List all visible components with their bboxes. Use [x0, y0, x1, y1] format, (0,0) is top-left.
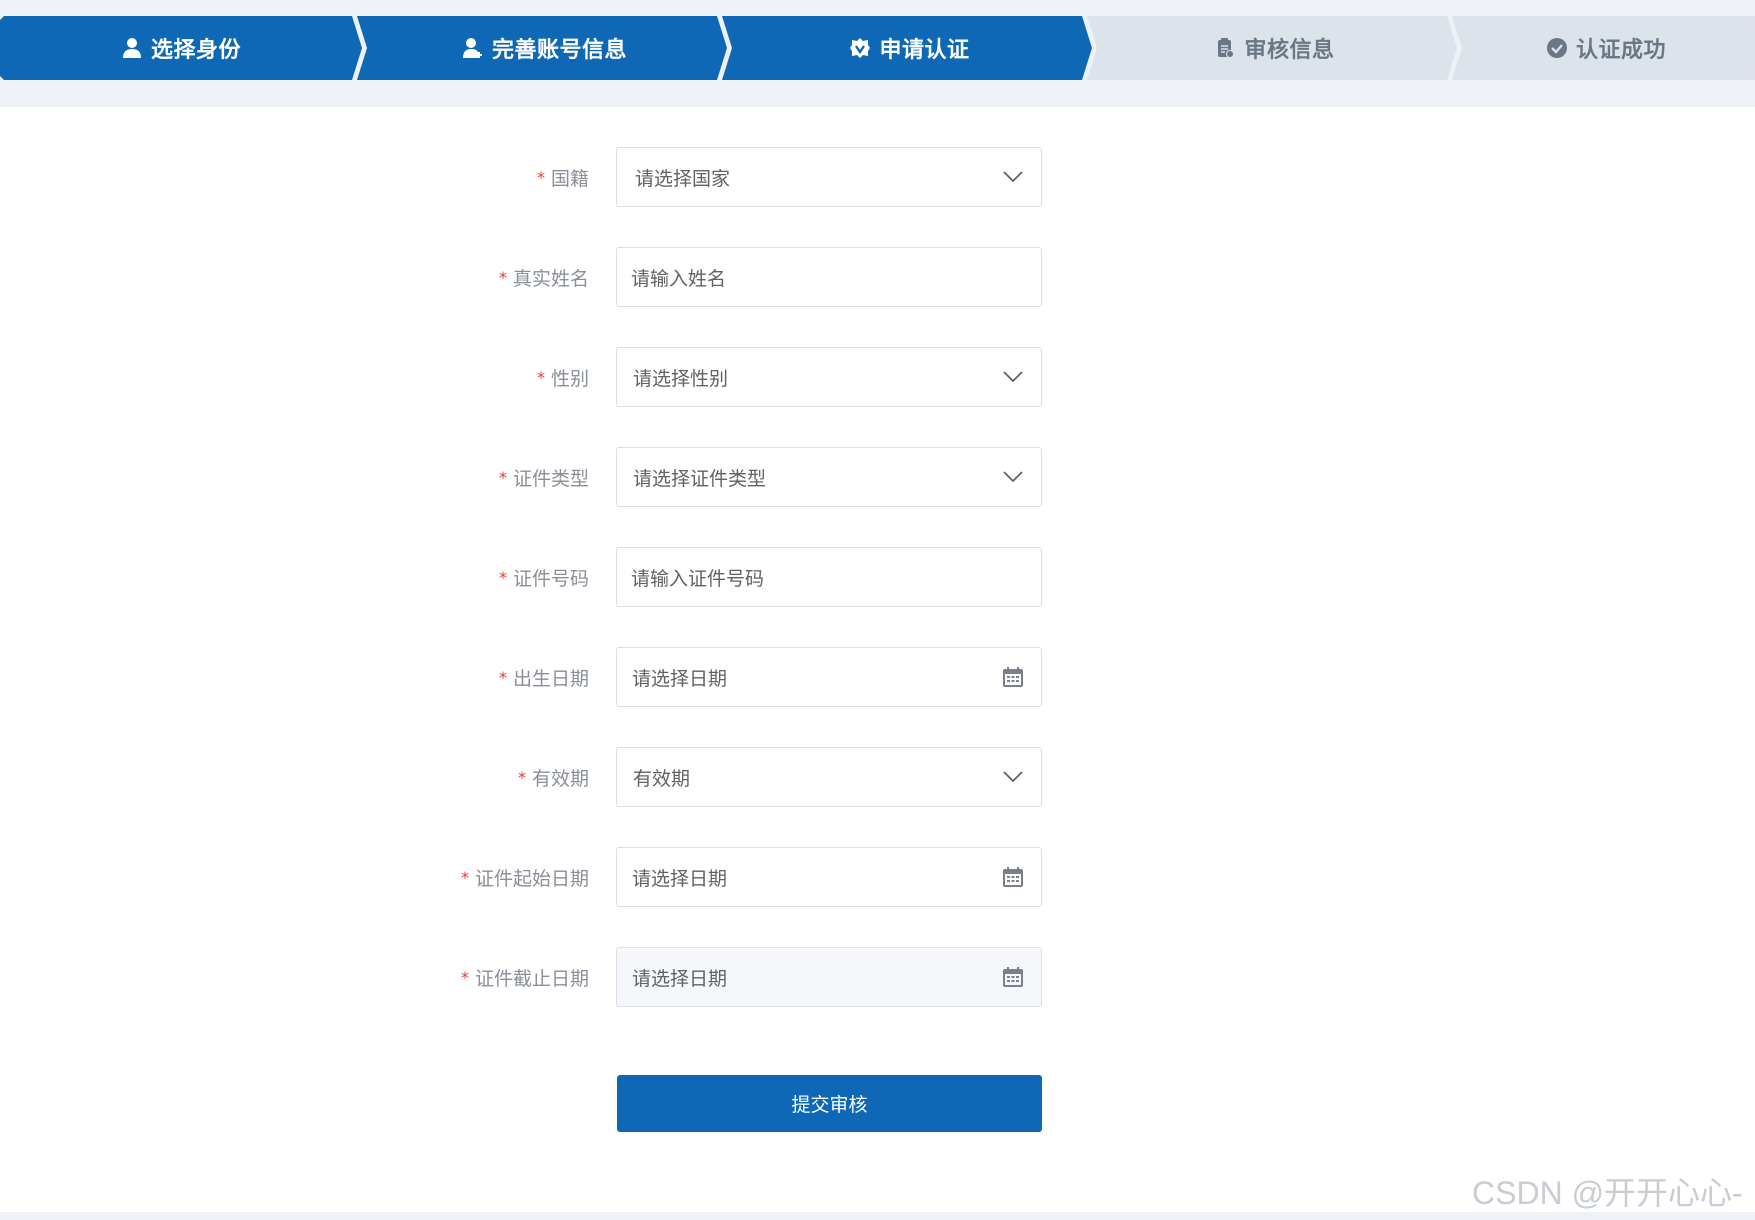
step-label: 申请认证: [879, 38, 970, 63]
field-label-text: 出生日期: [512, 667, 589, 690]
field-label: * 证件类型: [499, 447, 589, 507]
step-review-info[interactable]: 审核信息: [1092, 16, 1457, 80]
field-label: * 国籍: [537, 147, 589, 207]
step-label: 完善账号信息: [491, 38, 627, 63]
check-circle-icon: [1546, 37, 1568, 59]
field-validity: * 有效期 有效期: [0, 747, 1755, 807]
step-label: 选择身份: [150, 38, 241, 63]
user-plus-icon: [462, 37, 484, 59]
field-label: * 出生日期: [499, 647, 589, 707]
id-end-date-picker[interactable]: 请选择日期: [616, 947, 1042, 1007]
field-label: * 证件号码: [499, 547, 589, 607]
step-progress-bar: 选择身份 完善账号信息 申请认证 审核信息 认证成功: [0, 16, 1755, 80]
birth-date-picker[interactable]: 请选择日期: [616, 647, 1042, 707]
nationality-select[interactable]: 请选择国家: [616, 147, 1042, 207]
field-label-text: 证件截止日期: [474, 967, 589, 990]
id-type-select[interactable]: 请选择证件类型: [616, 447, 1042, 507]
field-birth-date: * 出生日期 请选择日期: [0, 647, 1755, 707]
step-label: 审核信息: [1244, 38, 1335, 63]
required-mark: *: [498, 667, 507, 687]
field-label: * 证件起始日期: [461, 847, 589, 907]
field-label-text: 证件类型: [512, 467, 589, 490]
field-label-text: 真实姓名: [512, 267, 589, 290]
watermark: CSDN @开开心心-: [1472, 1175, 1743, 1211]
step-apply-verification[interactable]: 申请认证: [727, 16, 1092, 80]
step-verification-success[interactable]: 认证成功: [1457, 16, 1755, 80]
clipboard-icon: [1214, 37, 1236, 59]
bottom-divider: [0, 1212, 1755, 1220]
field-label-text: 性别: [550, 367, 589, 390]
select-placeholder: 请选择证件类型: [633, 467, 767, 490]
required-mark: *: [498, 267, 507, 287]
field-label-text: 有效期: [531, 767, 589, 790]
verified-badge-icon: [849, 37, 871, 59]
step-label: 认证成功: [1575, 38, 1666, 63]
step-select-identity[interactable]: 选择身份: [0, 16, 362, 80]
required-mark: *: [498, 567, 507, 587]
field-id-type: * 证件类型 请选择证件类型: [0, 447, 1755, 507]
real-name-input[interactable]: 请输入姓名: [616, 247, 1042, 307]
chevron-down-icon: [1001, 165, 1025, 189]
required-mark: *: [498, 467, 507, 487]
field-label: * 证件截止日期: [461, 947, 589, 1007]
id-start-date-picker[interactable]: 请选择日期: [616, 847, 1042, 907]
field-id-end-date: * 证件截止日期 请选择日期: [0, 947, 1755, 1007]
field-real-name: * 真实姓名 请输入姓名: [0, 247, 1755, 307]
field-id-number: * 证件号码 请输入证件号码: [0, 547, 1755, 607]
field-label-text: 证件号码: [512, 567, 589, 590]
field-label-text: 国籍: [550, 167, 589, 190]
required-mark: *: [517, 767, 526, 787]
field-id-start-date: * 证件起始日期 请选择日期: [0, 847, 1755, 907]
chevron-down-icon: [1001, 465, 1025, 489]
field-label-text: 证件起始日期: [474, 867, 589, 890]
field-gender: * 性别 请选择性别: [0, 347, 1755, 407]
input-placeholder: 请输入证件号码: [631, 567, 765, 590]
user-icon: [121, 37, 143, 59]
required-mark: *: [536, 167, 545, 187]
chevron-down-icon: [1001, 365, 1025, 389]
calendar-icon: [1001, 965, 1025, 989]
required-mark: *: [460, 967, 469, 987]
field-label: * 真实姓名: [499, 247, 589, 307]
select-placeholder: 请选择性别: [633, 367, 729, 390]
date-placeholder: 请选择日期: [632, 667, 728, 690]
input-placeholder: 请输入姓名: [631, 267, 727, 290]
date-placeholder: 请选择日期: [632, 967, 728, 990]
required-mark: *: [460, 867, 469, 887]
chevron-down-icon: [1001, 765, 1025, 789]
submit-review-button[interactable]: 提交审核: [617, 1075, 1042, 1132]
calendar-icon: [1001, 665, 1025, 689]
step-complete-account[interactable]: 完善账号信息: [362, 16, 727, 80]
calendar-icon: [1001, 865, 1025, 889]
field-label: * 性别: [537, 347, 589, 407]
validity-select[interactable]: 有效期: [616, 747, 1042, 807]
select-value: 有效期: [633, 767, 691, 790]
gender-select[interactable]: 请选择性别: [616, 347, 1042, 407]
field-nationality: * 国籍 请选择国家: [0, 147, 1755, 207]
select-placeholder: 请选择国家: [635, 167, 731, 190]
date-placeholder: 请选择日期: [632, 867, 728, 890]
field-label: * 有效期: [518, 747, 589, 807]
id-number-input[interactable]: 请输入证件号码: [616, 547, 1042, 607]
required-mark: *: [536, 367, 545, 387]
